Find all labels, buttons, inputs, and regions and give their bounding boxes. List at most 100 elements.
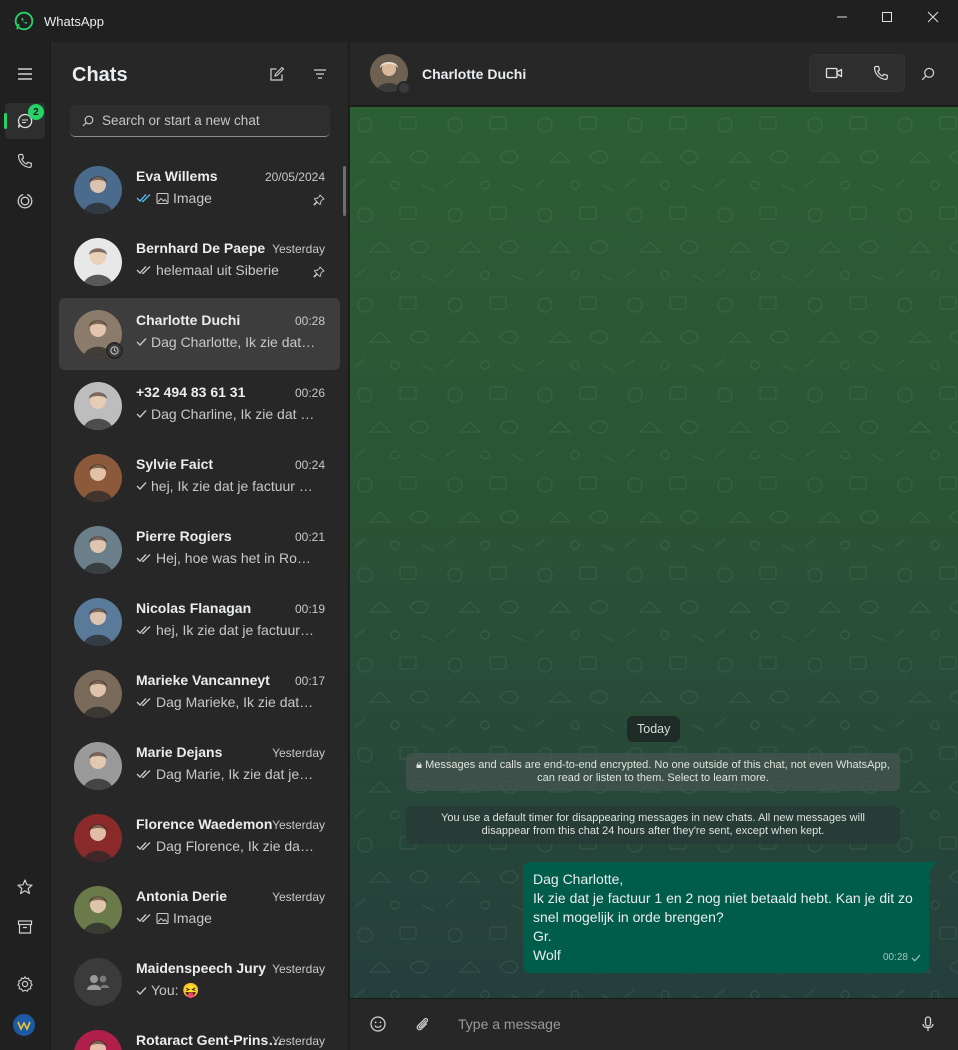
message-line: Wolf: [533, 947, 561, 963]
check-icon: [136, 410, 147, 418]
double-check-icon: [136, 626, 151, 635]
chat-list-item[interactable]: Rotaract Gent-PrinsenhofYesterday: [59, 1018, 340, 1050]
chat-preview-text: Hej, hoe was het in Roemenië?: [156, 550, 316, 566]
message-input[interactable]: [458, 1013, 898, 1035]
search-icon: [82, 115, 94, 126]
chat-time: 20/05/2024: [264, 170, 325, 184]
archived-chats-button[interactable]: [5, 909, 45, 945]
status-icon: [17, 193, 33, 209]
attach-button[interactable]: [411, 1013, 433, 1035]
chats-nav-button[interactable]: 2: [4, 103, 45, 139]
contact-photo: [83, 176, 113, 214]
chat-preview: Dag Florence, Ik zie dat je factuur nog …: [136, 838, 316, 854]
message-area[interactable]: Today 🔒︎ Messages and calls are end-to-e…: [350, 107, 958, 998]
contact-avatar: [74, 238, 122, 286]
search-in-chat-button[interactable]: [918, 64, 938, 84]
chat-name: Pierre Rogiers: [136, 528, 232, 544]
chat-list-item[interactable]: Sylvie Faict 00:24 hej, Ik zie dat je fact…: [59, 442, 340, 514]
group-icon: [87, 975, 109, 990]
paperclip-icon: [416, 1017, 429, 1031]
microphone-icon: [922, 1016, 934, 1031]
contact-photo: [83, 824, 113, 862]
chat-preview: hej, Ik zie dat je factuur nog niet beta…: [136, 622, 316, 638]
pin-icon: [313, 194, 325, 206]
contact-photo: [83, 464, 113, 502]
timer-notice-text: You use a default timer for disappearing…: [441, 812, 865, 837]
unread-badge: 2: [28, 104, 44, 120]
conversation-header[interactable]: Charlotte Duchi: [350, 42, 958, 106]
chat-list-item[interactable]: Florence Waedemon Yesterday Dag Florence, …: [59, 802, 340, 874]
chat-preview: Dag Charlotte, Ik zie dat je factuur 1 e…: [136, 334, 316, 350]
chat-time: 00:19: [294, 602, 325, 616]
chat-preview-text: You: 😝: [151, 982, 200, 998]
chat-time: 00:17: [294, 674, 325, 688]
chat-preview: Image: [136, 190, 316, 206]
outgoing-message-bubble[interactable]: Dag Charlotte, Ik zie dat je factuur 1 e…: [523, 862, 937, 973]
starred-messages-button[interactable]: [5, 869, 45, 905]
chat-preview-text: Dag Charlotte, Ik zie dat je factuur 1 e…: [151, 334, 316, 350]
navigation-rail: 2: [0, 42, 50, 1050]
chat-list-item[interactable]: Eva Willems 20/05/2024 Image: [59, 154, 340, 226]
voice-message-button[interactable]: [917, 1013, 939, 1035]
video-call-button[interactable]: [810, 55, 857, 91]
search-input[interactable]: [102, 113, 322, 128]
chat-name: Nicolas Flanagan: [136, 600, 252, 616]
chat-list-item[interactable]: Marie Dejans Yesterday Dag Marie, Ik zie d…: [59, 730, 340, 802]
chat-list-item[interactable]: Marieke Vancanneyt 00:17 Dag Marieke, Ik z…: [59, 658, 340, 730]
chat-list-item[interactable]: Charlotte Duchi 00:28 Dag Charlotte, Ik zi…: [59, 298, 340, 370]
chat-preview-text: Image: [173, 910, 212, 926]
contact-photo: [83, 752, 113, 790]
profile-avatar[interactable]: [13, 1014, 35, 1036]
search-box[interactable]: [70, 105, 330, 137]
contact-avatar: [74, 526, 122, 574]
contact-avatar: [74, 958, 122, 1006]
check-icon: [136, 482, 147, 490]
hamburger-menu-icon: [18, 68, 32, 80]
image-icon: [156, 192, 169, 204]
title-bar: WhatsApp: [0, 0, 958, 42]
double-check-icon: [136, 698, 151, 707]
contact-avatar: [74, 670, 122, 718]
encryption-notice[interactable]: 🔒︎ Messages and calls are end-to-end enc…: [406, 753, 900, 791]
voice-call-button[interactable]: [857, 55, 904, 91]
contact-photo: [83, 608, 113, 646]
chat-name: Sylvie Faict: [136, 456, 214, 472]
maximize-button[interactable]: [864, 0, 910, 34]
date-separator: Today: [627, 716, 681, 742]
emoji-button[interactable]: [367, 1013, 389, 1035]
close-window-button[interactable]: [910, 0, 956, 34]
contact-avatar: [74, 166, 122, 214]
contact-name[interactable]: Charlotte Duchi: [422, 66, 526, 82]
chat-time: 00:21: [294, 530, 325, 544]
menu-button[interactable]: [5, 56, 45, 92]
chat-preview: Dag Marie, Ik zie dat je factuur nog nie…: [136, 766, 316, 782]
search-icon: [921, 67, 935, 81]
chat-list-scrollbar[interactable]: [343, 166, 346, 216]
filter-chats-button[interactable]: [310, 64, 330, 84]
chat-list-item[interactable]: Nicolas Flanagan 00:19 hej, Ik zie dat je …: [59, 586, 340, 658]
chat-list-item[interactable]: +32 494 83 61 31 00:26 Dag Charline, Ik zi…: [59, 370, 340, 442]
chat-preview: hej, Ik zie dat je factuur nog niet beta…: [136, 478, 316, 494]
settings-button[interactable]: [5, 966, 45, 1002]
chat-list-item[interactable]: Bernhard De Paepe Yesterday helemaal uit S…: [59, 226, 340, 298]
chat-time: Yesterday: [272, 890, 325, 904]
message-line: Dag Charlotte,: [533, 871, 624, 887]
chat-preview: Image: [136, 910, 316, 926]
chat-time: Yesterday: [272, 1034, 325, 1048]
minimize-button[interactable]: [819, 0, 865, 34]
calls-nav-button[interactable]: [5, 143, 45, 179]
chat-list-item[interactable]: Pierre Rogiers 00:21 Hej, hoe was het in R…: [59, 514, 340, 586]
message-line: Ik zie dat je factuur 1 en 2 nog niet be…: [533, 890, 913, 925]
chat-name: Marie Dejans: [136, 744, 223, 760]
chat-name: Rotaract Gent-Prinsenhof: [136, 1032, 286, 1048]
star-icon: [17, 879, 33, 895]
status-nav-button[interactable]: [5, 183, 45, 219]
chat-list-item[interactable]: Antonia Derie Yesterday Image: [59, 874, 340, 946]
new-chat-button[interactable]: [267, 64, 287, 84]
contact-photo: [83, 680, 113, 718]
contact-avatar: [74, 598, 122, 646]
disappearing-timer-notice: You use a default timer for disappearing…: [406, 806, 900, 844]
contact-status-indicator: [397, 81, 411, 95]
chat-preview-text: Dag Marieke, Ik zie dat je factuur nog n…: [156, 694, 316, 710]
chat-list-item[interactable]: Maidenspeech Jury Yesterday You: 😝: [59, 946, 340, 1018]
